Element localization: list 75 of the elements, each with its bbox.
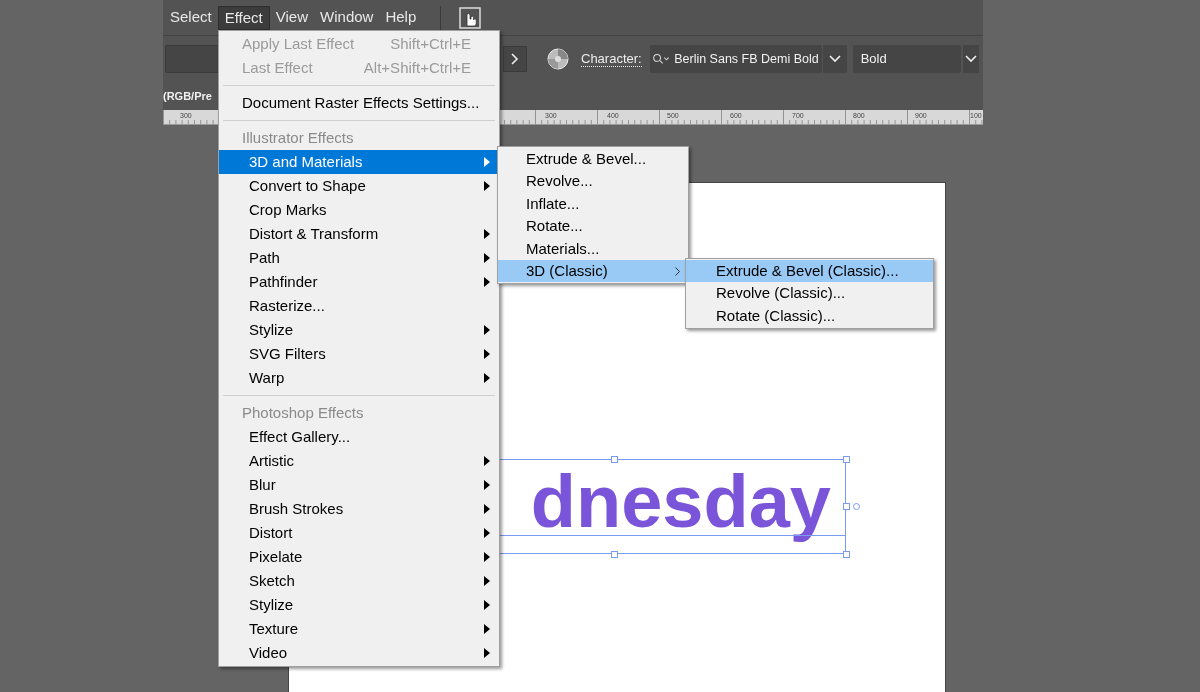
menu-bar-item[interactable]: Effect: [217, 5, 270, 30]
selection-handle[interactable]: [611, 551, 618, 558]
menu-item[interactable]: Crop Marks: [219, 198, 499, 222]
menu-item[interactable]: Stylize: [219, 593, 499, 617]
menu-item[interactable]: Distort: [219, 521, 499, 545]
character-label[interactable]: Character:: [581, 51, 642, 67]
menu-item[interactable]: Warp: [219, 366, 499, 390]
menu-section-header: Illustrator Effects: [241, 127, 355, 148]
submenu-arrow-icon: [484, 456, 490, 466]
menu-item[interactable]: 3D (Classic): [498, 259, 688, 283]
menu-item[interactable]: Stylize: [219, 318, 499, 342]
document-tab[interactable]: (RGB/Pre: [163, 87, 212, 105]
next-button[interactable]: [503, 46, 527, 72]
submenu-arrow-icon: [484, 349, 490, 359]
selection-handle[interactable]: [843, 456, 850, 463]
menu-item[interactable]: Rotate...: [498, 215, 688, 238]
menu-bar-item[interactable]: View: [269, 5, 315, 30]
menu-item[interactable]: Blur: [219, 473, 499, 497]
menu-item[interactable]: Rasterize...: [219, 294, 499, 318]
submenu-arrow-icon: [484, 157, 490, 167]
menu-item[interactable]: Materials...: [498, 237, 688, 260]
submenu-arrow-icon: [484, 181, 490, 191]
chevron-right-icon: [511, 53, 519, 65]
menu-item[interactable]: Distort & Transform: [219, 222, 499, 246]
selection-handle[interactable]: [611, 456, 618, 463]
menu-item[interactable]: Pathfinder: [219, 270, 499, 294]
menu-item[interactable]: Video: [219, 641, 499, 665]
menu-item[interactable]: Effect Gallery...: [219, 425, 499, 449]
submenu-arrow-icon: [484, 373, 490, 383]
menu-item[interactable]: Revolve...: [498, 170, 688, 193]
rotate-handle[interactable]: [853, 503, 860, 510]
submenu-arrow-icon: [484, 624, 490, 634]
submenu-arrow-icon: [484, 325, 490, 335]
menu-item[interactable]: Sketch: [219, 569, 499, 593]
menu-section-header: Photoshop Effects: [241, 402, 365, 423]
menu-item[interactable]: Revolve (Classic)...: [686, 282, 933, 305]
menu-item[interactable]: 3D and Materials: [219, 150, 499, 174]
menu-item[interactable]: Extrude & Bevel...: [498, 148, 688, 171]
submenu-arrow-icon: [484, 528, 490, 538]
menu-item[interactable]: Inflate...: [498, 192, 688, 216]
font-style-field[interactable]: Bold: [852, 45, 961, 73]
submenu-arrow-icon: [484, 576, 490, 586]
menu-item[interactable]: Texture: [219, 617, 499, 641]
menu-bar-item[interactable]: Help: [379, 5, 423, 30]
font-style-dropdown[interactable]: [962, 45, 979, 73]
submenu-arrow-icon: [484, 600, 490, 610]
submenu-arrow-icon: [484, 648, 490, 658]
submenu-arrow-icon: [484, 277, 490, 287]
menu-item[interactable]: Document Raster Effects Settings...: [219, 91, 499, 115]
font-family-field[interactable]: Berlin Sans FB Demi Bold: [649, 45, 822, 73]
menu-item[interactable]: Artistic: [219, 449, 499, 473]
selection-handle[interactable]: [843, 551, 850, 558]
menu-item[interactable]: Path: [219, 246, 499, 270]
color-wheel-icon[interactable]: [547, 48, 569, 70]
search-icon: [652, 52, 670, 66]
menu-item[interactable]: Brush Strokes: [219, 497, 499, 521]
chevron-right-icon: [675, 266, 680, 276]
font-family-dropdown[interactable]: [822, 45, 847, 73]
submenu-arrow-icon: [484, 552, 490, 562]
menu-item[interactable]: Rotate (Classic)...: [686, 304, 933, 328]
submenu-arrow-icon: [484, 504, 490, 514]
chevron-down-icon: [828, 55, 841, 63]
menu-item[interactable]: SVG Filters: [219, 342, 499, 366]
submenu-arrow-icon: [484, 253, 490, 263]
chevron-down-icon: [964, 55, 977, 63]
menu-bar-item[interactable]: Select: [164, 5, 218, 30]
submenu-arrow-icon: [484, 480, 490, 490]
menu-item[interactable]: Convert to Shape: [219, 174, 499, 198]
menu-item[interactable]: Pixelate: [219, 545, 499, 569]
menu-item[interactable]: Extrude & Bevel (Classic)...: [686, 260, 933, 283]
hand-pointer-icon[interactable]: [459, 6, 482, 29]
canvas-text: dnesday: [530, 466, 831, 545]
menu-bar-item[interactable]: Window: [314, 5, 380, 30]
selection-handle[interactable]: [843, 503, 850, 510]
submenu-arrow-icon: [484, 229, 490, 239]
